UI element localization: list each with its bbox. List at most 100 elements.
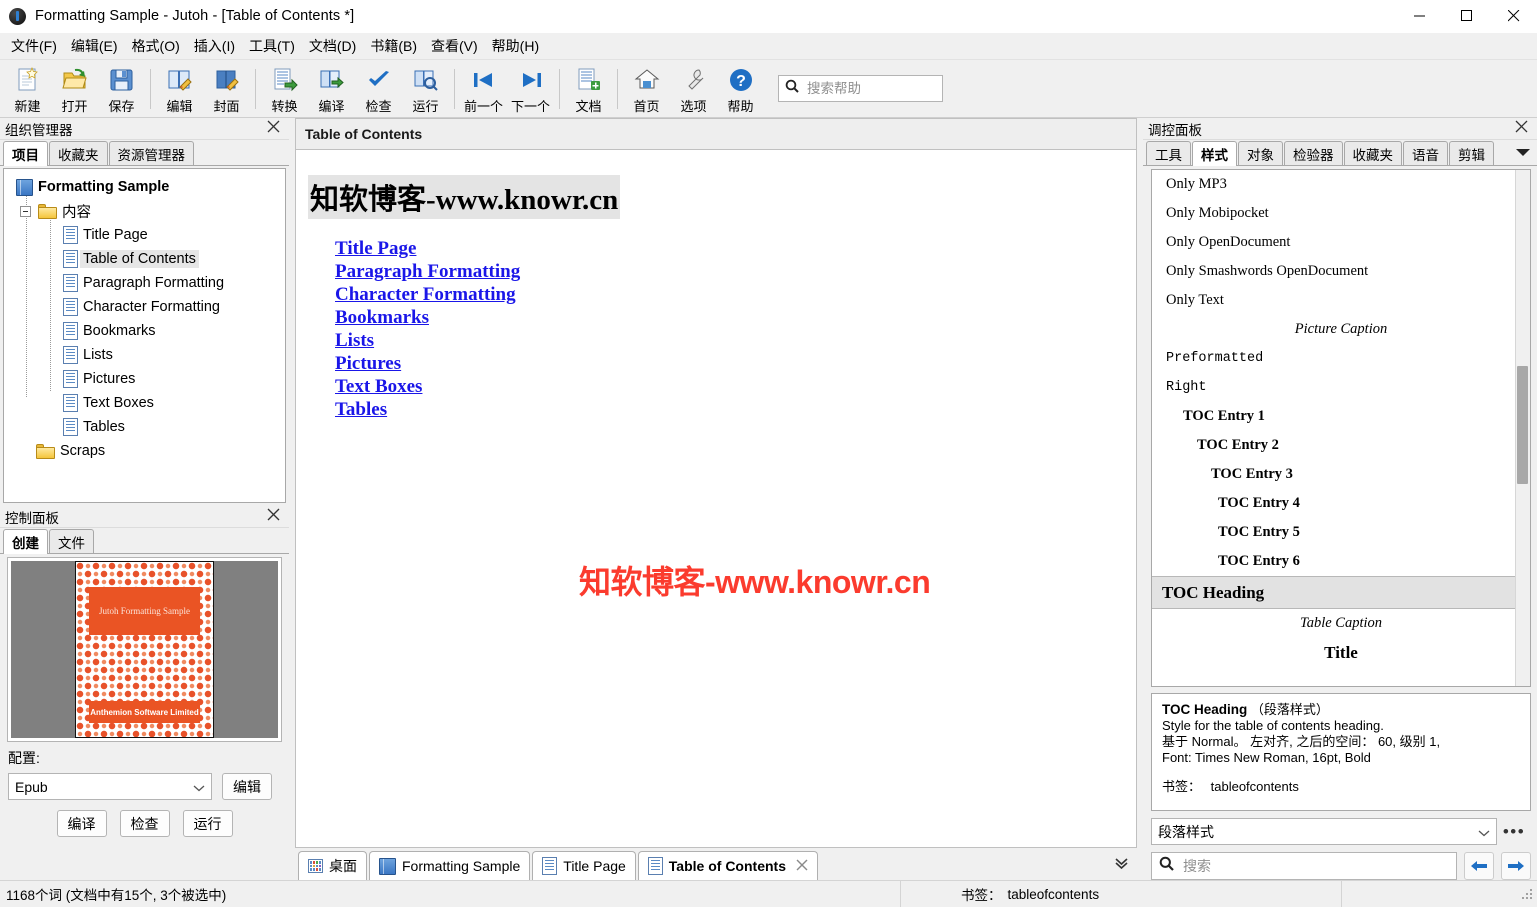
tab-styles[interactable]: 样式: [1192, 141, 1237, 166]
menu-item-book[interactable]: 书籍(B): [363, 32, 424, 61]
style-search-box[interactable]: [1151, 852, 1457, 880]
style-item[interactable]: Only Smashwords OpenDocument: [1152, 257, 1530, 286]
tree-node-lists[interactable]: Lists: [4, 343, 285, 367]
toolbar-open-button[interactable]: 打开: [51, 62, 98, 116]
style-item[interactable]: Only OpenDocument: [1152, 228, 1530, 257]
tree-expander-icon[interactable]: [20, 205, 31, 217]
tree-node-text-boxes[interactable]: Text Boxes: [4, 391, 285, 415]
style-item[interactable]: TOC Entry 3: [1152, 460, 1530, 489]
toolbar-next-button[interactable]: 下一个: [507, 62, 554, 116]
style-item[interactable]: TOC Entry 4: [1152, 489, 1530, 518]
style-item[interactable]: TOC Entry 5: [1152, 518, 1530, 547]
scrollbar-thumb[interactable]: [1517, 366, 1528, 484]
tab-favorites[interactable]: 收藏夹: [1343, 141, 1402, 165]
tab-clips[interactable]: 剪辑: [1449, 141, 1494, 165]
compile-button[interactable]: 编译: [56, 810, 107, 837]
more-dots-icon[interactable]: •••: [1497, 822, 1531, 842]
maximize-icon[interactable]: [1443, 0, 1490, 33]
tree-node-paragraph-formatting[interactable]: Paragraph Formatting: [4, 271, 285, 295]
toc-link-title-page[interactable]: Title Page: [335, 237, 416, 260]
style-item[interactable]: Title: [1152, 638, 1530, 667]
toc-link-paragraph-formatting[interactable]: Paragraph Formatting: [335, 260, 520, 283]
arrow-right-icon[interactable]: [1501, 852, 1531, 880]
toolbar-check-button[interactable]: 检查: [355, 62, 402, 116]
style-search-input[interactable]: [1181, 857, 1449, 875]
toolbar-options-button[interactable]: 选项: [670, 62, 717, 116]
tab-resource-manager[interactable]: 资源管理器: [108, 141, 194, 165]
menu-item-format[interactable]: 格式(O): [125, 32, 187, 61]
tree-node-character-formatting[interactable]: Character Formatting: [4, 295, 285, 319]
toc-link-bookmarks[interactable]: Bookmarks: [335, 306, 429, 329]
menu-item-insert[interactable]: 插入(I): [187, 32, 242, 61]
run-button[interactable]: 运行: [182, 810, 233, 837]
tab-files[interactable]: 文件: [49, 529, 94, 553]
style-item[interactable]: TOC Entry 2: [1152, 431, 1530, 460]
style-item[interactable]: TOC Entry 1: [1152, 402, 1530, 431]
toolbar-save-button[interactable]: 保存: [98, 62, 145, 116]
project-tree[interactable]: Formatting Sample 内容 Title Page Table of…: [3, 168, 286, 503]
edit-configuration-button[interactable]: 编辑: [222, 773, 272, 800]
tree-node-table-of-contents[interactable]: Table of Contents: [4, 247, 285, 271]
style-item[interactable]: Only Text: [1152, 286, 1530, 315]
doc-tab-title-page[interactable]: Title Page: [532, 851, 636, 880]
toc-link-pictures[interactable]: Pictures: [335, 352, 401, 375]
close-icon[interactable]: [796, 858, 808, 875]
style-item[interactable]: Preformatted: [1152, 344, 1530, 373]
close-icon[interactable]: [267, 120, 280, 138]
chevron-down-icon[interactable]: [1114, 856, 1129, 880]
menu-item-document[interactable]: 文档(D): [302, 32, 363, 61]
style-list[interactable]: Only MP3 Only Mobipocket Only OpenDocume…: [1151, 169, 1531, 687]
close-icon[interactable]: [1490, 0, 1537, 33]
toc-link-text-boxes[interactable]: Text Boxes: [335, 375, 422, 398]
tab-inspector[interactable]: 检验器: [1284, 141, 1343, 165]
resize-grip[interactable]: [1521, 887, 1534, 901]
toolbar-new-button[interactable]: 新建: [4, 62, 51, 116]
toolbar-run-button[interactable]: 运行: [402, 62, 449, 116]
arrow-left-icon[interactable]: [1464, 852, 1494, 880]
doc-tab-formatting-sample[interactable]: Formatting Sample: [369, 851, 531, 880]
configuration-select[interactable]: Epub: [8, 773, 212, 800]
toc-link-lists[interactable]: Lists: [335, 329, 374, 352]
tab-project[interactable]: 项目: [3, 141, 48, 166]
menu-item-tools[interactable]: 工具(T): [242, 32, 302, 61]
doc-tab-table-of-contents[interactable]: Table of Contents: [637, 851, 818, 880]
tab-create[interactable]: 创建: [3, 529, 48, 554]
menu-item-help[interactable]: 帮助(H): [485, 32, 546, 61]
minimize-icon[interactable]: [1396, 0, 1443, 33]
style-list-scrollbar[interactable]: [1515, 170, 1530, 686]
menu-item-edit[interactable]: 编辑(E): [64, 32, 125, 61]
style-item[interactable]: Right: [1152, 373, 1530, 402]
tree-node-contents[interactable]: 内容: [4, 199, 285, 223]
menu-item-view[interactable]: 查看(V): [424, 32, 485, 61]
doc-tab-desktop[interactable]: 桌面: [298, 851, 367, 880]
help-search-box[interactable]: [778, 75, 943, 102]
tree-node-bookmarks[interactable]: Bookmarks: [4, 319, 285, 343]
style-item[interactable]: Only Mobipocket: [1152, 199, 1530, 228]
tree-node-book[interactable]: Formatting Sample: [4, 175, 285, 199]
toolbar-convert-button[interactable]: 转换: [261, 62, 308, 116]
toolbar-compile-button[interactable]: 编译: [308, 62, 355, 116]
tab-objects[interactable]: 对象: [1238, 141, 1283, 165]
toolbar-edit-button[interactable]: 编辑: [156, 62, 203, 116]
style-kind-select[interactable]: 段落样式: [1151, 818, 1497, 845]
toc-link-tables[interactable]: Tables: [335, 398, 387, 421]
tree-node-pictures[interactable]: Pictures: [4, 367, 285, 391]
tab-tools[interactable]: 工具: [1146, 141, 1191, 165]
tree-node-tables[interactable]: Tables: [4, 415, 285, 439]
menu-item-file[interactable]: 文件(F): [4, 32, 64, 61]
check-button[interactable]: 检查: [119, 810, 170, 837]
document-canvas[interactable]: 知软博客-www.knowr.cn Title Page Paragraph F…: [295, 150, 1137, 848]
toolbar-previous-button[interactable]: 前一个: [460, 62, 507, 116]
chevron-down-icon[interactable]: [1515, 144, 1531, 165]
tree-node-scraps[interactable]: Scraps: [4, 439, 285, 463]
style-item[interactable]: Only MP3: [1152, 170, 1530, 199]
tree-node-title-page[interactable]: Title Page: [4, 223, 285, 247]
close-icon[interactable]: [1515, 120, 1528, 138]
toolbar-document-button[interactable]: 文档: [565, 62, 612, 116]
toc-link-character-formatting[interactable]: Character Formatting: [335, 283, 516, 306]
tab-voice[interactable]: 语音: [1403, 141, 1448, 165]
style-item[interactable]: Table Caption: [1152, 609, 1530, 638]
style-item-selected[interactable]: TOC Heading: [1152, 576, 1530, 609]
toolbar-help-button[interactable]: ? 帮助: [717, 62, 764, 116]
toolbar-home-button[interactable]: 首页: [623, 62, 670, 116]
